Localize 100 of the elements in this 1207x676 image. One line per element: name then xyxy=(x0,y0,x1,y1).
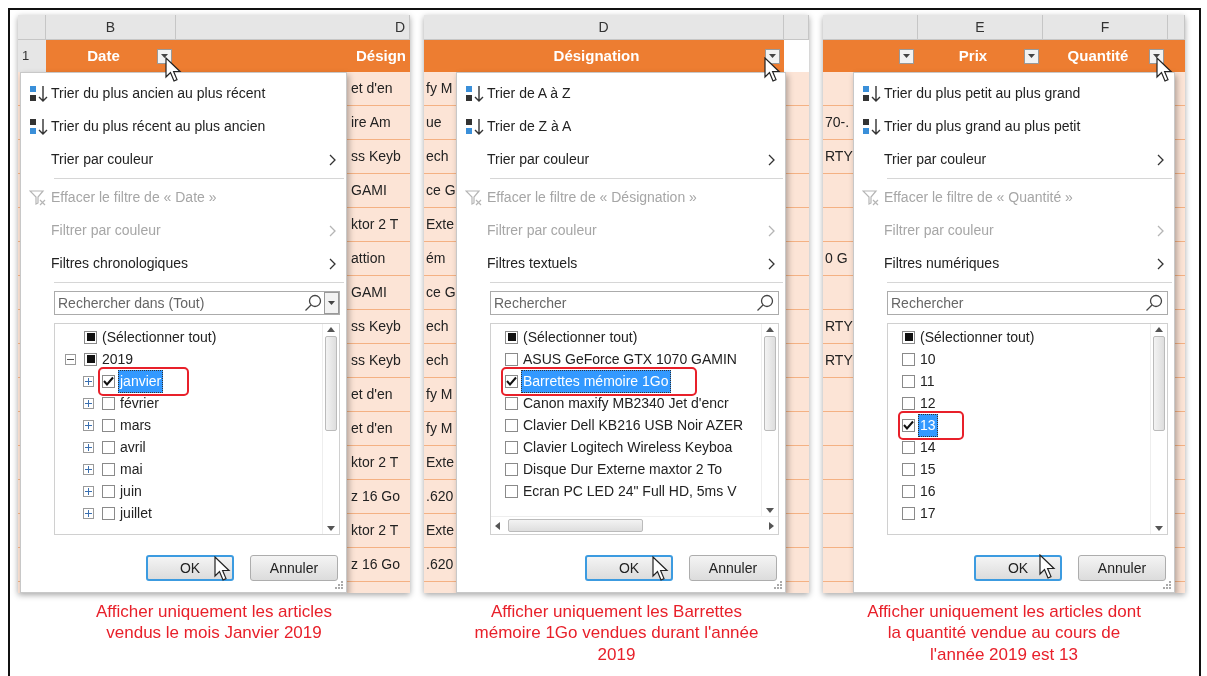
value-label[interactable]: 10 xyxy=(918,347,938,371)
column-header[interactable]: F xyxy=(1043,15,1168,39)
checkbox[interactable] xyxy=(505,330,518,344)
checkbox[interactable] xyxy=(505,484,518,498)
value-label[interactable]: avril xyxy=(118,435,148,459)
checkbox[interactable] xyxy=(102,484,115,498)
checkbox[interactable] xyxy=(505,352,518,366)
collapse-icon[interactable] xyxy=(65,353,76,365)
menu-item[interactable]: Filtres textuels xyxy=(457,247,785,280)
column-header[interactable]: D xyxy=(176,15,410,39)
vertical-scrollbar[interactable] xyxy=(1150,324,1167,534)
value-label[interactable]: 2019 xyxy=(100,347,136,371)
menu-item[interactable]: Trier par couleur xyxy=(854,143,1174,176)
menu-item[interactable]: Trier du plus grand au plus petit xyxy=(854,110,1174,143)
cell-text: et d'en xyxy=(351,79,393,98)
checkbox[interactable] xyxy=(902,484,915,498)
column-header[interactable]: B xyxy=(46,15,176,39)
checkbox[interactable] xyxy=(902,396,915,410)
value-label[interactable]: 16 xyxy=(918,479,938,503)
checkbox[interactable] xyxy=(505,440,518,454)
checkbox[interactable] xyxy=(902,506,915,520)
value-label[interactable]: Clavier Dell KB216 USB Noir AZER xyxy=(521,413,746,437)
checkbox[interactable] xyxy=(102,440,115,454)
value-label[interactable]: juin xyxy=(118,479,144,503)
checkbox[interactable] xyxy=(102,506,115,520)
value-label[interactable]: mars xyxy=(118,413,154,437)
search-icon xyxy=(1145,294,1163,312)
search-field[interactable]: Rechercher dans (Tout) xyxy=(58,292,304,314)
search-box[interactable]: Rechercher xyxy=(887,291,1168,315)
dialog-button[interactable]: OK xyxy=(146,555,234,581)
checkbox[interactable] xyxy=(84,330,97,344)
checkbox[interactable] xyxy=(102,418,115,432)
search-field[interactable]: Rechercher xyxy=(891,292,1145,314)
menu-item[interactable]: Filtres chronologiques xyxy=(21,247,346,280)
dialog-button[interactable]: Annuler xyxy=(689,555,777,581)
value-label[interactable]: 12 xyxy=(918,391,938,415)
menu-item[interactable]: Trier du plus petit au plus grand xyxy=(854,77,1174,110)
caret-icon xyxy=(1027,52,1036,60)
menu-item[interactable]: Filtres numériques xyxy=(854,247,1174,280)
value-label[interactable]: février xyxy=(118,391,161,415)
vertical-scrollbar[interactable] xyxy=(322,324,339,534)
search-field[interactable]: Rechercher xyxy=(494,292,756,314)
dialog-button[interactable]: Annuler xyxy=(250,555,338,581)
expand-icon[interactable] xyxy=(83,485,94,497)
filter-dropdown-button[interactable] xyxy=(1024,48,1039,64)
checkbox[interactable] xyxy=(902,418,915,432)
search-box[interactable]: Rechercher dans (Tout) xyxy=(54,291,340,315)
value-label[interactable]: 11 xyxy=(918,369,937,393)
menu-item[interactable]: Trier du plus ancien au plus récent xyxy=(21,77,346,110)
value-label[interactable]: (Sélectionner tout) xyxy=(100,325,219,349)
vertical-scrollbar[interactable] xyxy=(761,324,778,516)
checkbox[interactable] xyxy=(902,352,915,366)
expand-icon[interactable] xyxy=(83,507,94,519)
menu-item[interactable]: Trier du plus récent au plus ancien xyxy=(21,110,346,143)
value-label[interactable]: 17 xyxy=(918,501,938,525)
value-label[interactable]: Ecran PC LED 24" Full HD, 5ms V xyxy=(521,479,739,503)
menu-item[interactable]: Trier de Z à A xyxy=(457,110,785,143)
menu-item[interactable]: Trier par couleur xyxy=(457,143,785,176)
checkbox[interactable] xyxy=(902,330,915,344)
checkbox[interactable] xyxy=(102,396,115,410)
value-label[interactable]: 15 xyxy=(918,457,938,481)
horizontal-scrollbar[interactable] xyxy=(491,516,778,534)
checkbox[interactable] xyxy=(505,396,518,410)
dialog-button[interactable]: OK xyxy=(974,555,1062,581)
expand-icon[interactable] xyxy=(83,463,94,475)
resize-grip-icon xyxy=(774,581,782,589)
menu-item[interactable]: Trier par couleur xyxy=(21,143,346,176)
checkbox[interactable] xyxy=(102,374,115,388)
cell-text: RTY xyxy=(825,317,853,336)
search-box[interactable]: Rechercher xyxy=(490,291,779,315)
dialog-button[interactable]: OK xyxy=(585,555,673,581)
expand-icon[interactable] xyxy=(83,419,94,431)
value-label[interactable]: 14 xyxy=(918,435,938,459)
checkbox[interactable] xyxy=(902,462,915,476)
menu-item[interactable]: Trier de A à Z xyxy=(457,77,785,110)
expand-icon[interactable] xyxy=(83,375,94,387)
sort-descending-icon xyxy=(465,117,485,136)
sort-descending-icon xyxy=(29,117,49,136)
value-label[interactable]: ASUS GeForce GTX 1070 GAMIN xyxy=(521,347,739,371)
checkbox[interactable] xyxy=(505,374,518,388)
search-icon xyxy=(304,294,322,312)
checkbox[interactable] xyxy=(505,418,518,432)
checkbox[interactable] xyxy=(902,440,915,454)
expand-icon[interactable] xyxy=(83,397,94,409)
checkbox[interactable] xyxy=(902,374,915,388)
value-label[interactable]: mai xyxy=(118,457,145,481)
value-label[interactable]: Disque Dur Externe maxtor 2 To xyxy=(521,457,724,481)
checkbox[interactable] xyxy=(84,352,97,366)
filter-dropdown-button[interactable] xyxy=(899,48,914,64)
value-label[interactable]: juillet xyxy=(118,501,154,525)
value-label[interactable]: Clavier Logitech Wireless Keyboa xyxy=(521,435,735,459)
value-label[interactable]: (Sélectionner tout) xyxy=(918,325,1037,349)
checkbox[interactable] xyxy=(505,462,518,476)
dropdown-button[interactable] xyxy=(324,292,339,314)
expand-icon[interactable] xyxy=(83,441,94,453)
column-header[interactable]: E xyxy=(918,15,1043,39)
value-label[interactable]: Canon maxify MB2340 Jet d'encr xyxy=(521,391,731,415)
dialog-button[interactable]: Annuler xyxy=(1078,555,1166,581)
value-label[interactable]: (Sélectionner tout) xyxy=(521,325,640,349)
checkbox[interactable] xyxy=(102,462,115,476)
